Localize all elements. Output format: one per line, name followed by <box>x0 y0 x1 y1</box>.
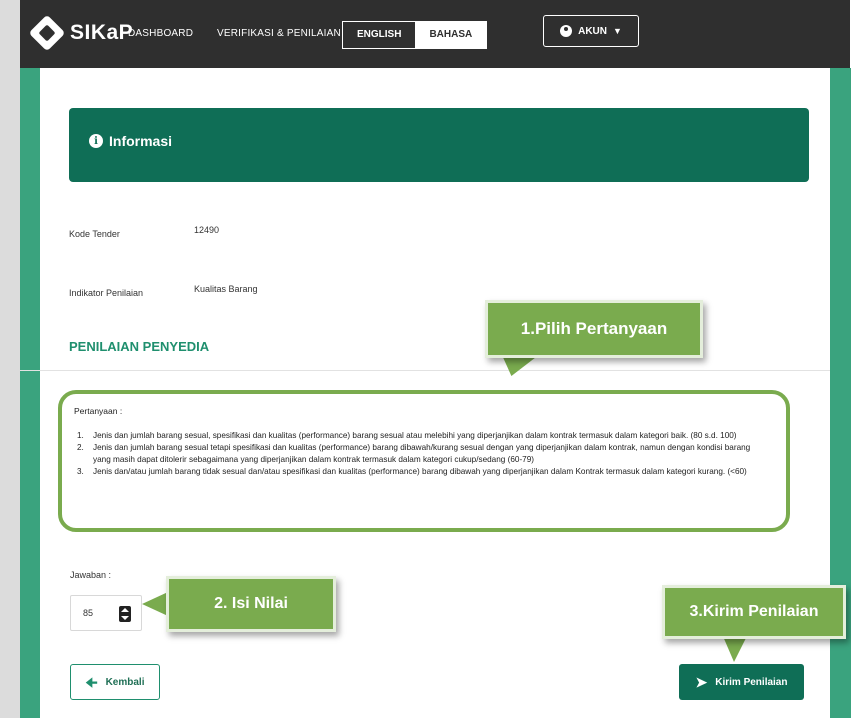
answer-label: Jawaban : <box>70 570 112 580</box>
question-box[interactable]: Pertanyaan : 1. Jenis dan jumlah barang … <box>58 390 790 532</box>
indikator-penilaian-label: Indikator Penilaian <box>69 288 144 298</box>
answer-value: 85 <box>83 608 94 618</box>
nav-dashboard[interactable]: DASHBOARD <box>128 28 193 39</box>
left-accent-strip <box>20 68 40 718</box>
logo-icon <box>28 14 66 52</box>
question-number: 3. <box>77 467 84 476</box>
account-dropdown-button[interactable]: AKUN ▼ <box>543 15 639 47</box>
top-navbar: SIKaP DASHBOARD VERIFIKASI & PENILAIAN E… <box>20 0 850 68</box>
submit-button-label: Kirim Penilaian <box>715 676 788 688</box>
info-banner-title: Informasi <box>109 133 173 149</box>
spinner-icon[interactable] <box>119 606 131 622</box>
question-text: Jenis dan jumlah barang sesual tetapi sp… <box>93 443 751 464</box>
section-title: PENILAIAN PENYEDIA <box>69 339 210 354</box>
question-number: 2. <box>77 443 84 452</box>
kode-tender-label: Kode Tender <box>69 229 120 239</box>
callout-step-2: 2. Isi Nilai <box>166 576 336 632</box>
info-banner: i Informasi <box>69 108 809 182</box>
submit-assessment-button[interactable]: ➤ Kirim Penilaian <box>679 664 804 700</box>
question-label: Pertanyaan : <box>74 406 123 416</box>
logo[interactable]: SIKaP <box>28 14 134 52</box>
section-divider <box>20 370 830 371</box>
question-list: 1. Jenis dan jumlah barang sesual, spesi… <box>77 430 767 478</box>
question-item[interactable]: 1. Jenis dan jumlah barang sesual, spesi… <box>77 430 767 442</box>
language-bahasa-button[interactable]: BAHASA <box>415 22 487 48</box>
question-text: Jenis dan jumlah barang sesual, spesifik… <box>93 431 737 440</box>
send-icon: ➤ <box>695 674 708 690</box>
chevron-down-icon: ▼ <box>612 26 622 36</box>
language-english-button[interactable]: ENGLISH <box>343 22 415 48</box>
language-switcher: ENGLISH BAHASA <box>342 21 488 49</box>
user-icon <box>560 25 573 37</box>
back-button[interactable]: 🠈 Kembali <box>70 664 160 700</box>
info-banner-title-wrap: i Informasi <box>89 133 172 149</box>
question-item[interactable]: 3. Jenis dan/atau jumlah barang tidak se… <box>77 466 767 478</box>
arrow-left-icon: 🠈 <box>85 674 98 690</box>
callout-step-3: 3.Kirim Penilaian <box>662 585 846 639</box>
account-label: AKUN <box>578 25 607 37</box>
back-button-label: Kembali <box>105 676 145 688</box>
kode-tender-value: 12490 <box>194 225 220 235</box>
callout-2-pointer <box>142 592 168 616</box>
answer-number-input[interactable]: 85 <box>70 595 142 631</box>
info-icon: i <box>89 134 103 148</box>
question-number: 1. <box>77 431 84 440</box>
indikator-penilaian-value: Kualitas Barang <box>194 284 258 294</box>
brand-name: SIKaP <box>70 21 134 44</box>
question-item[interactable]: 2. Jenis dan jumlah barang sesual tetapi… <box>77 442 767 466</box>
question-text: Jenis dan/atau jumlah barang tidak sesua… <box>93 467 747 476</box>
nav-verifikasi-penilaian[interactable]: VERIFIKASI & PENILAIAN <box>217 28 341 39</box>
callout-step-1: 1.Pilih Pertanyaan <box>485 300 703 358</box>
